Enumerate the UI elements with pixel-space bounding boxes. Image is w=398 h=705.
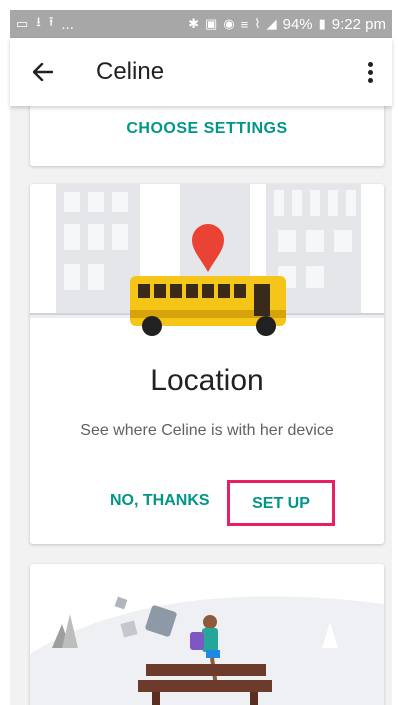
no-thanks-button[interactable]: NO, THANKS [110,492,210,510]
arrow-left-icon [33,63,53,81]
upload-icon: ⭱ [48,14,54,29]
location-description: See where Celine is with her device [80,422,334,439]
status-right: ✱ ▣ ◉ ≡ ⌇ ◢ 94% ▮ 9:22 pm [188,16,386,33]
alarm-icon: ◉ [223,16,235,31]
setup-highlight: SET UP [227,480,335,526]
content-scroll-area[interactable]: CHOOSE SETTINGS Location See where Celin… [10,106,392,705]
back-button[interactable] [32,61,54,83]
status-bar: ▭ ⭳ ⭱ ... ✱ ▣ ◉ ≡ ⌇ ◢ 94% ▮ 9:22 pm [10,10,392,38]
nfc-icon: ▣ [205,16,218,31]
settings-card: CHOOSE SETTINGS [30,106,384,166]
location-card: Location See where Celine is with her de… [30,184,384,544]
location-illustration [30,184,384,344]
choose-settings-button[interactable]: CHOOSE SETTINGS [30,120,384,138]
wifi-icon: ⌇ [254,16,261,31]
location-title: Location [150,364,264,397]
activity-card [30,564,384,705]
status-left-icons: ▭ ⭳ ⭱ ... [16,13,74,35]
dot [367,77,373,83]
screen-frame-right [392,0,398,705]
lte-icon: ≡ [240,16,249,32]
set-up-button[interactable]: SET UP [230,495,332,513]
page-title: Celine [96,58,165,85]
status-time: 9:22 pm [331,15,386,33]
app-bar: Celine [10,38,392,106]
download-icon: ⭳ [36,14,41,29]
battery-percent: 94% [282,15,313,33]
signal-icon: ◢ [266,16,277,31]
dot [367,69,373,75]
location-actions: NO, THANKS SET UP [30,480,384,526]
bluetooth-icon: ✱ [188,16,200,31]
screen-frame-left [0,0,10,705]
status-ellipsis: ... [61,15,74,33]
battery-icon: ▮ [318,16,326,31]
overflow-menu-button[interactable] [360,58,380,86]
bench-illustration [30,564,384,705]
dot [367,61,373,67]
image-icon: ▭ [16,16,29,31]
